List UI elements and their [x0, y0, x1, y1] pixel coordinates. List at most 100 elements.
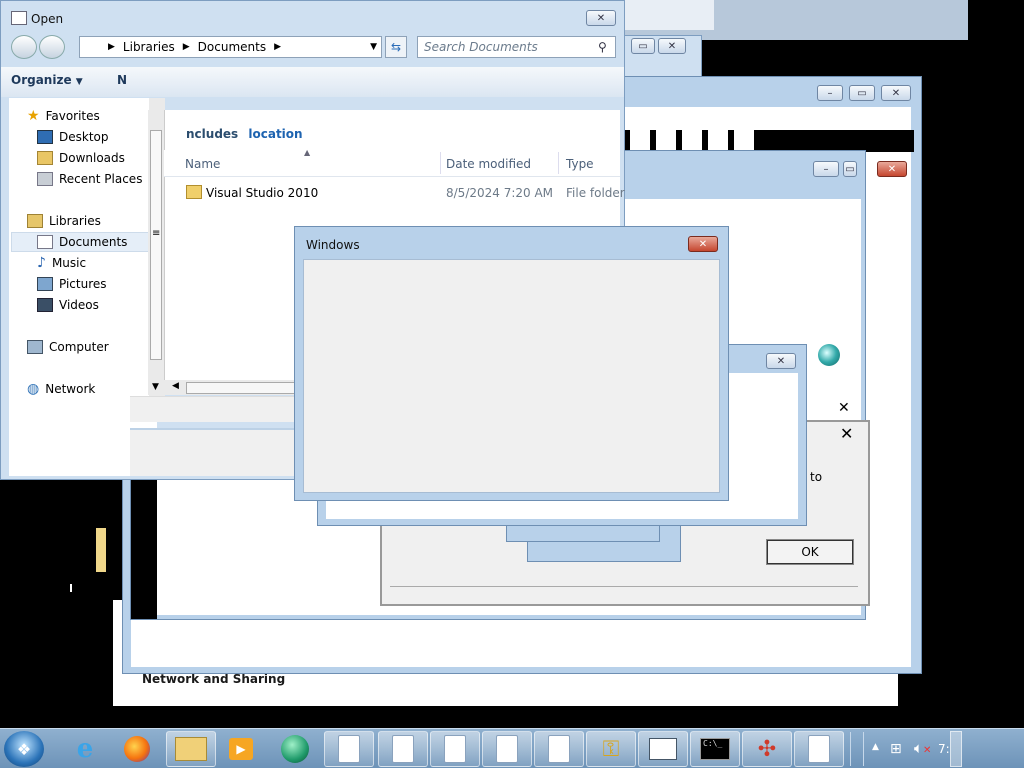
- message-box-partial-text: to: [810, 470, 823, 484]
- start-button[interactable]: ❖: [4, 731, 44, 767]
- taskbar-document-2[interactable]: [378, 731, 428, 767]
- key-icon: ⚿: [602, 736, 620, 762]
- taskbar-document-6[interactable]: [794, 731, 844, 767]
- thumbnail-strip-items: [630, 130, 790, 150]
- sidebar-computer-label: Computer: [49, 340, 109, 354]
- sidebar-item-music[interactable]: ♪ Music: [37, 253, 86, 273]
- open-dialog-close-button[interactable]: ✕: [586, 10, 616, 26]
- message-box-close-icon[interactable]: ✕: [840, 424, 853, 443]
- taskbar-command-prompt[interactable]: C:\_: [690, 731, 740, 767]
- taskbar-system-window[interactable]: [638, 731, 688, 767]
- thumb-3: [682, 130, 702, 150]
- background-maximize-button[interactable]: ▭: [631, 38, 655, 54]
- main-minimize-button[interactable]: –: [817, 85, 843, 101]
- sidebar-item-pictures[interactable]: Pictures: [37, 274, 107, 294]
- toolbar: [1, 67, 624, 97]
- sidebar-item-label: Music: [51, 256, 87, 270]
- forward-button[interactable]: [39, 35, 65, 59]
- taskbar-key-manager[interactable]: ⚿: [586, 731, 636, 767]
- organize-label: Organize: [11, 73, 72, 87]
- sidebar-favorites[interactable]: ★ Favorites: [27, 106, 100, 126]
- splitter-grip-icon[interactable]: ≡: [152, 228, 160, 239]
- scroll-left-icon[interactable]: ◀: [172, 381, 179, 391]
- taskbar-scroll-handle[interactable]: [850, 732, 864, 766]
- library-includes-text: ncludes location: [186, 127, 303, 141]
- location-link[interactable]: location: [248, 127, 302, 141]
- nested-minimize-button[interactable]: –: [813, 161, 839, 177]
- sidebar-computer[interactable]: Computer: [27, 337, 109, 357]
- stacked-dialog-1-close-button[interactable]: ✕: [766, 353, 796, 369]
- file-row[interactable]: Visual Studio 2010 8/5/2024 7:20 AM File…: [184, 183, 625, 203]
- search-icon: ⚲: [598, 40, 607, 54]
- document-icon: [496, 735, 518, 763]
- taskbar-internet-explorer[interactable]: e: [62, 731, 108, 767]
- tray-expand-icon[interactable]: ▲: [872, 742, 879, 752]
- videos-icon: [37, 298, 53, 312]
- main-maximize-button[interactable]: ▭: [849, 85, 875, 101]
- breadcrumb-separator-icon: ▶: [182, 42, 190, 52]
- column-divider[interactable]: [440, 152, 441, 174]
- taskbar-media-player[interactable]: ▶: [218, 731, 264, 767]
- network-tray-icon[interactable]: ⊞: [890, 741, 902, 757]
- background-close-button[interactable]: ✕: [658, 38, 686, 54]
- new-folder-button[interactable]: N: [117, 73, 127, 87]
- taskbar-document-5[interactable]: [534, 731, 584, 767]
- address-dropdown-icon[interactable]: ▼: [370, 42, 377, 52]
- search-input[interactable]: Search Documents: [417, 36, 616, 58]
- column-header-name[interactable]: Name: [185, 157, 220, 171]
- libraries-icon: [27, 214, 43, 228]
- show-desktop-button[interactable]: [950, 731, 962, 767]
- taskbar-firefox[interactable]: [114, 731, 160, 767]
- ok-button[interactable]: OK: [766, 539, 854, 565]
- scroll-down-icon[interactable]: ▼: [152, 382, 159, 392]
- back-button[interactable]: [11, 35, 37, 59]
- second-close-icon[interactable]: ✕: [838, 400, 850, 416]
- taskbar-file-explorer[interactable]: [166, 731, 216, 767]
- volume-muted-icon[interactable]: 🔈︎✕: [914, 739, 931, 757]
- sidebar-item-label: Videos: [59, 298, 99, 312]
- scroll-thumb[interactable]: [150, 130, 162, 360]
- taskbar-document-3[interactable]: [430, 731, 480, 767]
- sidebar-item-documents[interactable]: Documents: [37, 232, 127, 252]
- favorites-star-icon: ★: [27, 108, 40, 124]
- file-list-left-scroll[interactable]: [148, 110, 165, 395]
- command-prompt-icon: C:\_: [700, 738, 730, 760]
- sidebar-item-downloads[interactable]: Downloads: [37, 148, 125, 168]
- message-box-divider: [390, 586, 858, 587]
- breadcrumb-documents[interactable]: Documents: [198, 40, 266, 54]
- taskbar: ❖ e ▶ ⚿ C:\_ ✣ ▲ ⊞ 🔈︎✕ 7:: [0, 728, 1024, 768]
- windows-dialog-close-button[interactable]: ✕: [688, 236, 718, 252]
- refresh-button[interactable]: ⇆: [385, 36, 407, 58]
- document-icon: [338, 735, 360, 763]
- sidebar-item-videos[interactable]: Videos: [37, 295, 99, 315]
- breadcrumb-libraries[interactable]: Libraries: [123, 40, 175, 54]
- open-dialog-title: Open: [31, 12, 64, 26]
- colorful-app-icon: ✣: [757, 736, 777, 762]
- windows-dialog: Windows ✕: [294, 226, 729, 501]
- internet-explorer-icon: e: [76, 734, 94, 764]
- column-divider[interactable]: [558, 152, 559, 174]
- sidebar-network[interactable]: ◍ Network: [27, 379, 95, 399]
- address-bar[interactable]: ▶ Libraries ▶ Documents ▶ ▼: [79, 36, 382, 58]
- taskbar-document-1[interactable]: [324, 731, 374, 767]
- column-header-date[interactable]: Date modified: [446, 157, 531, 171]
- sidebar-libraries[interactable]: Libraries: [27, 211, 101, 231]
- nested-close-button[interactable]: ✕: [877, 161, 907, 177]
- open-dialog-icon: [11, 11, 27, 25]
- taskbar-colorful-app[interactable]: ✣: [742, 731, 792, 767]
- organize-button[interactable]: Organize ▼: [11, 73, 83, 87]
- nested-maximize-button[interactable]: ▭: [843, 161, 857, 177]
- sidebar-item-recent-places[interactable]: Recent Places: [37, 169, 157, 189]
- sidebar-item-desktop[interactable]: Desktop: [37, 127, 109, 147]
- taskbar-green-app[interactable]: [272, 731, 318, 767]
- taskbar-document-4[interactable]: [482, 731, 532, 767]
- window-app-icon: [649, 738, 677, 760]
- clock-time[interactable]: 7:: [938, 742, 950, 756]
- network-sharing-label[interactable]: Network and Sharing: [142, 672, 285, 686]
- network-icon: ◍: [27, 381, 40, 397]
- column-header-type[interactable]: Type: [566, 157, 594, 171]
- sort-arrow-icon: ▲: [304, 148, 311, 157]
- file-explorer-icon: [175, 737, 207, 761]
- main-close-button[interactable]: ✕: [881, 85, 911, 101]
- folder-icon: [186, 185, 202, 199]
